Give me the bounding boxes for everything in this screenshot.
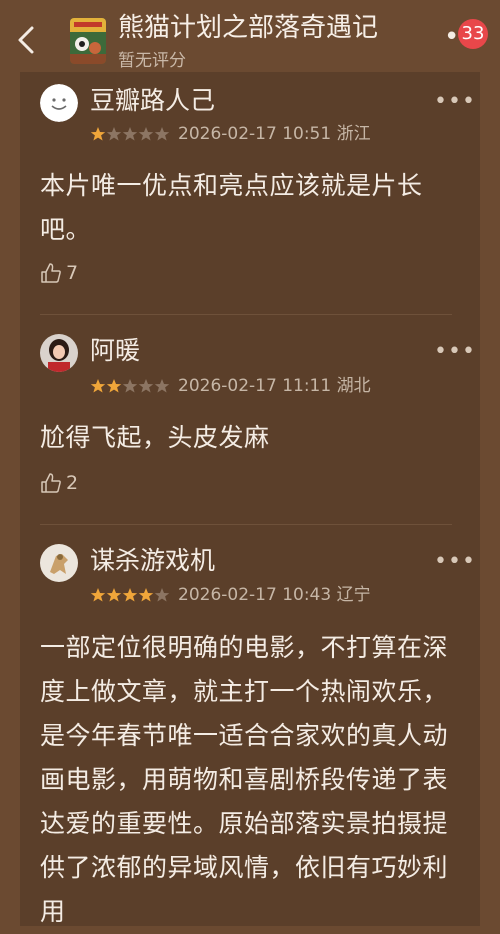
figure-avatar-icon [40, 544, 78, 582]
star-filled-icon [90, 588, 106, 602]
smiley-avatar-icon [40, 84, 78, 122]
review-location: 浙江 [336, 124, 371, 144]
star-filled-icon [138, 588, 154, 602]
rating-stars [90, 378, 170, 394]
review-more-icon[interactable]: ••• [434, 551, 476, 573]
star-empty-icon [122, 127, 138, 141]
review-date: 2026-02-17 10:51 [178, 124, 332, 144]
user-photo-avatar-icon [40, 334, 78, 372]
like-count: 7 [66, 262, 79, 284]
notification-badge[interactable]: 33 [458, 19, 488, 49]
star-empty-icon [138, 379, 154, 393]
star-empty-icon [106, 127, 122, 141]
like-count: 2 [66, 472, 79, 494]
divider [40, 524, 452, 525]
review-meta: 2026-02-17 10:43 辽宁 [90, 584, 371, 606]
star-empty-icon [122, 379, 138, 393]
star-empty-icon [154, 588, 170, 602]
star-filled-icon [90, 379, 106, 393]
review-meta: 2026-02-17 10:51 浙江 [90, 123, 371, 145]
review-more-icon[interactable]: ••• [434, 91, 476, 113]
like-button[interactable]: 7 [40, 262, 78, 284]
avatar[interactable] [40, 84, 78, 122]
star-filled-icon [106, 588, 122, 602]
star-empty-icon [138, 127, 154, 141]
star-empty-icon [154, 127, 170, 141]
divider [40, 314, 452, 315]
rating-subtitle: 暂无评分 [118, 51, 186, 71]
review-text: 一部定位很明确的电影，不打算在深度上做文章，就主打一个热闹欢乐，是今年春节唯一适… [40, 633, 449, 926]
review-username[interactable]: 豆瓣路人己 [90, 86, 215, 116]
star-filled-icon [122, 588, 138, 602]
thumbs-up-icon [41, 263, 61, 283]
thumbs-up-icon [41, 473, 61, 493]
review-text: 本片唯一优点和亮点应该就是片长吧。 [40, 171, 423, 244]
movie-poster-thumbnail[interactable] [70, 18, 106, 64]
rating-stars [90, 126, 170, 142]
like-button[interactable]: 2 [40, 472, 78, 494]
review-more-icon[interactable]: ••• [434, 341, 476, 363]
review-meta: 2026-02-17 11:11 湖北 [90, 375, 371, 397]
star-filled-icon [106, 379, 122, 393]
review-location: 湖北 [336, 376, 371, 396]
review-date: 2026-02-17 10:43 [178, 585, 332, 605]
page-title: 熊猫计划之部落奇遇记 [118, 13, 379, 43]
back-arrow-icon[interactable] [12, 22, 42, 58]
review-text: 尬得飞起，头皮发麻 [40, 423, 270, 452]
star-empty-icon [154, 379, 170, 393]
reviews-panel: 豆瓣路人己 ••• 2026-02-17 10:51 浙江 本片唯一优点和亮点应… [20, 72, 480, 926]
review-username[interactable]: 谋杀游戏机 [90, 546, 215, 576]
avatar[interactable] [40, 544, 78, 582]
rating-stars [90, 587, 170, 603]
avatar[interactable] [40, 334, 78, 372]
review-location: 辽宁 [336, 585, 371, 605]
star-filled-icon [90, 127, 106, 141]
top-bar: 熊猫计划之部落奇遇记 暂无评分 ••• 33 [0, 0, 500, 72]
review-username[interactable]: 阿暖 [90, 336, 140, 366]
review-date: 2026-02-17 11:11 [178, 376, 332, 396]
